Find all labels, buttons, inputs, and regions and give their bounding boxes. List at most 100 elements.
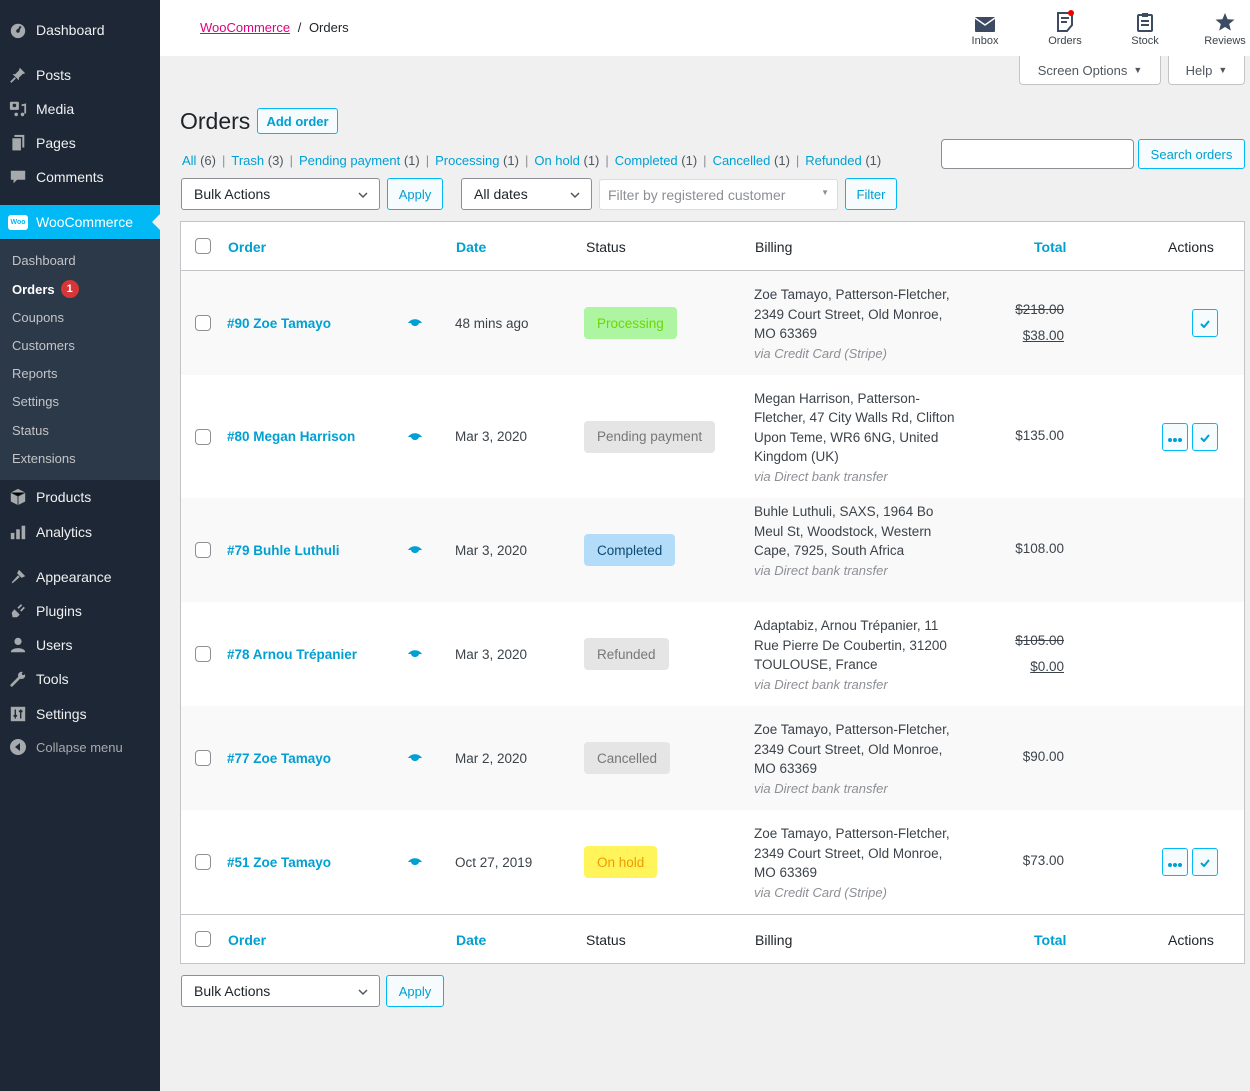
column-date[interactable]: Date: [456, 222, 486, 271]
status-filter-count: (3): [267, 153, 284, 168]
status-filter-link[interactable]: Refunded: [805, 153, 861, 168]
table-row[interactable]: #77 Zoe Tamayo Mar 2, 2020 Cancelled Zoe Ta…: [181, 706, 1244, 810]
filter-button[interactable]: Filter: [845, 178, 897, 210]
submenu-dashboard[interactable]: Dashboard: [12, 250, 76, 270]
collapse-menu-button[interactable]: Collapse menu: [0, 730, 160, 764]
menu-media[interactable]: Media: [0, 92, 160, 126]
status-filter-item: Trash (3): [231, 153, 283, 168]
date-filter-select[interactable]: All dates: [461, 178, 592, 210]
processing-action-button[interactable]: [1162, 848, 1188, 876]
complete-action-button[interactable]: [1192, 848, 1218, 876]
status-filter-count: (6): [200, 153, 216, 168]
row-checkbox[interactable]: [195, 315, 211, 331]
status-filter-link[interactable]: Processing: [435, 153, 499, 168]
menu-appearance[interactable]: Appearance: [0, 560, 160, 594]
order-link[interactable]: #80 Megan Harrison: [227, 427, 355, 447]
status-filter-link[interactable]: All: [182, 153, 196, 168]
menu-label: Products: [36, 489, 92, 505]
submenu-label: Dashboard: [12, 252, 76, 268]
row-checkbox[interactable]: [195, 750, 211, 766]
menu-analytics[interactable]: Analytics: [0, 515, 160, 549]
preview-eye-icon[interactable]: [407, 542, 423, 558]
menu-comments[interactable]: Comments: [0, 160, 160, 194]
menu-dashboard[interactable]: Dashboard: [0, 13, 160, 47]
column-billing: Billing: [755, 931, 793, 948]
table-row[interactable]: #51 Zoe Tamayo Oct 27, 2019 On hold Zoe Tam…: [181, 810, 1244, 914]
activity-orders[interactable]: Orders: [1035, 8, 1095, 47]
search-orders-input[interactable]: [941, 139, 1134, 169]
column-date[interactable]: Date: [456, 915, 486, 964]
row-checkbox[interactable]: [195, 428, 211, 445]
column-total[interactable]: Total: [1034, 222, 1066, 271]
status-filter-link[interactable]: Completed: [615, 153, 678, 168]
row-checkbox[interactable]: [195, 542, 211, 558]
column-order[interactable]: Order: [228, 222, 266, 271]
customer-filter-select[interactable]: Filter by registered customer ▼: [599, 179, 838, 210]
submenu-settings[interactable]: Settings: [12, 391, 59, 411]
activity-inbox[interactable]: Inbox: [955, 8, 1015, 47]
order-link[interactable]: #90 Zoe Tamayo: [227, 313, 331, 333]
status-filter-link[interactable]: On hold: [534, 153, 580, 168]
billing-address: Megan Harrison, Patterson-Fletcher, 47 C…: [754, 389, 964, 487]
apply-button[interactable]: Apply: [387, 178, 443, 210]
menu-pages[interactable]: Pages: [0, 126, 160, 160]
row-checkbox[interactable]: [195, 646, 211, 662]
breadcrumb-woocommerce-link[interactable]: WooCommerce: [200, 20, 290, 35]
column-total[interactable]: Total: [1034, 915, 1066, 964]
bulk-actions-select-bottom[interactable]: Bulk Actions: [181, 975, 380, 1007]
processing-action-button[interactable]: [1162, 422, 1188, 451]
preview-eye-icon[interactable]: [407, 854, 423, 870]
screen-options-button[interactable]: Screen Options ▼: [1019, 56, 1161, 85]
menu-users[interactable]: Users: [0, 628, 160, 662]
help-button[interactable]: Help ▼: [1168, 56, 1245, 85]
chevron-down-icon: [569, 188, 581, 204]
status-filter-link[interactable]: Pending payment: [299, 153, 400, 168]
preview-eye-icon[interactable]: [407, 646, 423, 662]
preview-eye-icon[interactable]: [407, 315, 423, 331]
complete-action-button[interactable]: [1192, 309, 1218, 337]
breadcrumb: WooCommerce / Orders: [200, 20, 349, 35]
order-link[interactable]: #79 Buhle Luthuli: [227, 540, 340, 560]
status-filter-link[interactable]: Cancelled: [713, 153, 771, 168]
ellipsis-icon: [1168, 854, 1182, 870]
column-order[interactable]: Order: [228, 915, 266, 964]
menu-settings[interactable]: Settings: [0, 697, 160, 731]
add-order-button[interactable]: Add order: [257, 108, 338, 134]
table-row[interactable]: #79 Buhle Luthuli Mar 3, 2020 Completed Buh…: [181, 498, 1244, 602]
submenu-orders[interactable]: Orders 1: [12, 279, 79, 299]
submenu-customers[interactable]: Customers: [12, 335, 75, 355]
select-all-checkbox[interactable]: [195, 931, 211, 947]
apply-button-bottom[interactable]: Apply: [386, 975, 444, 1007]
menu-plugins[interactable]: Plugins: [0, 594, 160, 628]
submenu-reports[interactable]: Reports: [12, 363, 58, 383]
menu-tools[interactable]: Tools: [0, 662, 160, 696]
row-checkbox[interactable]: [195, 854, 211, 870]
submenu-extensions[interactable]: Extensions: [12, 448, 76, 468]
bulk-actions-select[interactable]: Bulk Actions: [181, 178, 380, 210]
status-filter-item: All (6): [182, 153, 216, 168]
chevron-down-icon: [357, 985, 369, 1001]
menu-woocommerce[interactable]: Woo WooCommerce: [0, 205, 160, 239]
order-link[interactable]: #51 Zoe Tamayo: [227, 852, 331, 872]
table-row[interactable]: #78 Arnou Trépanier Mar 3, 2020 Refunded Ad…: [181, 602, 1244, 706]
activity-stock[interactable]: Stock: [1115, 8, 1175, 47]
table-row[interactable]: #80 Megan Harrison Mar 3, 2020 Pending pay…: [181, 375, 1244, 498]
ellipsis-icon: [1168, 429, 1182, 445]
search-orders-button[interactable]: Search orders: [1138, 139, 1245, 169]
plug-icon: [0, 602, 36, 620]
preview-eye-icon[interactable]: [407, 429, 423, 445]
status-filter-item: Processing (1): [435, 153, 519, 168]
complete-action-button[interactable]: [1192, 422, 1218, 451]
submenu-coupons[interactable]: Coupons: [12, 307, 64, 327]
menu-products[interactable]: Products: [0, 480, 160, 514]
status-filter-link[interactable]: Trash: [231, 153, 264, 168]
order-link[interactable]: #78 Arnou Trépanier: [227, 644, 357, 664]
submenu-status[interactable]: Status: [12, 420, 49, 440]
preview-eye-icon[interactable]: [407, 750, 423, 766]
order-link[interactable]: #77 Zoe Tamayo: [227, 748, 331, 768]
table-row[interactable]: #90 Zoe Tamayo 48 mins ago Processing Zoe T…: [181, 271, 1244, 375]
activity-reviews[interactable]: Reviews: [1195, 8, 1250, 47]
woo-logo-text: Woo: [8, 214, 28, 230]
menu-posts[interactable]: Posts: [0, 58, 160, 92]
select-all-checkbox[interactable]: [195, 238, 211, 254]
